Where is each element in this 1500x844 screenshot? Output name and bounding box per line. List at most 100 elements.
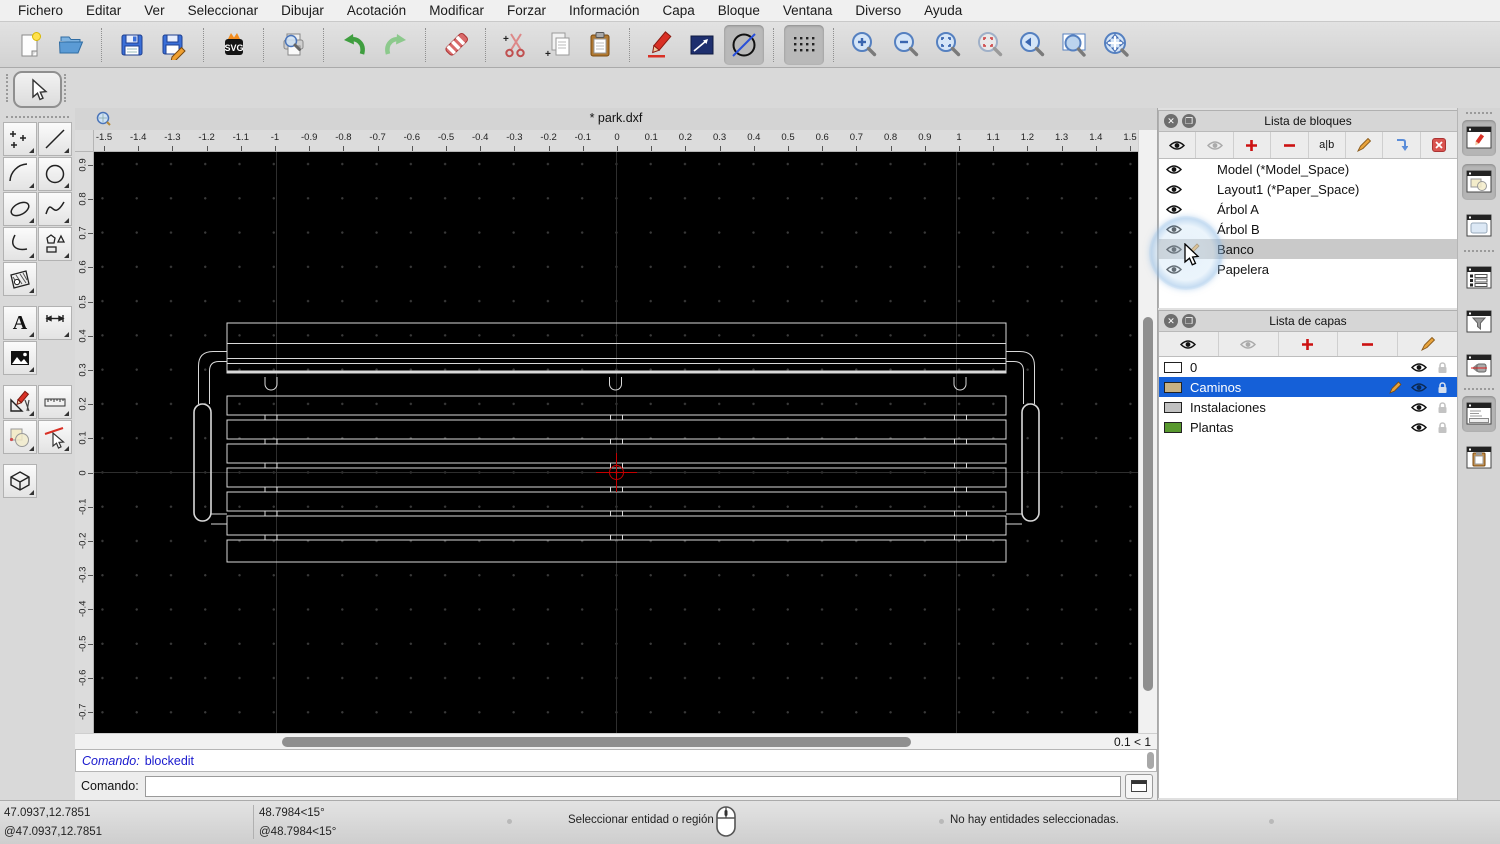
menu-ayuda[interactable]: Ayuda [924, 3, 962, 18]
polygon-tool-button[interactable] [38, 227, 72, 261]
block-row-layout1[interactable]: Layout1 (*Paper_Space) [1159, 179, 1457, 199]
open-file-button[interactable] [52, 25, 92, 65]
toggle-filter-widget-button[interactable] [1462, 304, 1496, 340]
circle-line-mode-button[interactable] [724, 24, 764, 65]
zoom-in-button[interactable] [844, 25, 884, 65]
cad-canvas[interactable] [94, 152, 1138, 733]
save-button[interactable] [112, 25, 152, 65]
detach-icon[interactable]: ❐ [1182, 314, 1196, 328]
layer-row-0[interactable]: 0 [1159, 357, 1457, 377]
eye-icon[interactable] [1411, 362, 1427, 373]
lock-icon[interactable] [1436, 381, 1449, 394]
edit-layer-button[interactable] [1398, 332, 1457, 356]
block-row-arbol-b[interactable]: Árbol B [1159, 219, 1457, 239]
eye-icon[interactable] [1411, 422, 1427, 433]
menu-ventana[interactable]: Ventana [783, 3, 833, 18]
toggle-library-widget-button[interactable] [1462, 164, 1496, 200]
block-row-banco-selected[interactable]: Banco [1159, 239, 1457, 259]
lock-icon[interactable] [1436, 421, 1449, 434]
menu-acotación[interactable]: Acotación [347, 3, 406, 18]
layer-row-caminos-selected[interactable]: Caminos [1159, 377, 1457, 397]
command-input[interactable] [144, 775, 1121, 797]
cut-button[interactable]: + [496, 25, 536, 65]
toggle-block-edit-widget-button[interactable] [1462, 120, 1496, 156]
polyline-arrow-button[interactable] [682, 25, 722, 65]
zoom-select-button[interactable] [970, 25, 1010, 65]
delete-selected-button[interactable] [436, 25, 476, 65]
eye-icon[interactable] [1166, 204, 1182, 215]
menu-editar[interactable]: Editar [86, 3, 121, 18]
copy-button[interactable]: + [538, 25, 578, 65]
paste-button[interactable] [580, 25, 620, 65]
line-tool-button[interactable] [38, 122, 72, 156]
circle-tool-button[interactable] [38, 157, 72, 191]
measure-tool-button[interactable] [38, 385, 72, 419]
draw-pencil-button[interactable] [640, 25, 680, 65]
delete-entity-tool-button[interactable] [38, 420, 72, 454]
detach-icon[interactable]: ❐ [1182, 114, 1196, 128]
undo-button[interactable] [334, 25, 374, 65]
lock-icon[interactable] [1436, 401, 1449, 414]
block-tool-button[interactable] [3, 464, 37, 498]
print-preview-button[interactable] [274, 25, 314, 65]
horizontal-scrollbar[interactable]: 0.1 < 1 [75, 733, 1157, 749]
rename-block-button[interactable]: a|b [1309, 132, 1346, 158]
grid-toggle-button[interactable] [784, 24, 824, 65]
vertical-scrollbar-thumb[interactable] [1143, 317, 1153, 691]
svg-export-button[interactable]: SVG [214, 25, 254, 65]
image-tool-button[interactable] [3, 341, 37, 375]
toggle-layer-list-widget-button[interactable] [1462, 260, 1496, 296]
horizontal-scrollbar-thumb[interactable] [282, 737, 911, 747]
eye-icon[interactable] [1166, 184, 1182, 195]
menu-forzar[interactable]: Forzar [507, 3, 546, 18]
block-row-papelera[interactable]: Papelera [1159, 259, 1457, 279]
toggle-command-widget-button[interactable] [1462, 396, 1496, 432]
zoom-previous-button[interactable] [1012, 25, 1052, 65]
arc-tool-button[interactable] [3, 157, 37, 191]
layer-row-instalaciones[interactable]: Instalaciones [1159, 397, 1457, 417]
menu-información[interactable]: Información [569, 3, 640, 18]
select-tool-button[interactable] [13, 71, 62, 108]
eye-icon[interactable] [1166, 164, 1182, 175]
zoom-pan-button[interactable] [1096, 25, 1136, 65]
menu-dibujar[interactable]: Dibujar [281, 3, 324, 18]
layer-row-plantas[interactable]: Plantas [1159, 417, 1457, 437]
menu-modificar[interactable]: Modificar [429, 3, 484, 18]
polyline-tool-button[interactable] [3, 227, 37, 261]
ellipse-tool-button[interactable] [3, 192, 37, 226]
menu-diverso[interactable]: Diverso [855, 3, 901, 18]
delete-all-blocks-button[interactable] [1421, 132, 1457, 158]
spline-tool-button[interactable] [38, 192, 72, 226]
zoom-window-button[interactable] [1054, 25, 1094, 65]
eye-icon[interactable] [1411, 402, 1427, 413]
zoom-out-button[interactable] [886, 25, 926, 65]
hatch-tool-button[interactable] [3, 262, 37, 296]
redo-button[interactable] [376, 25, 416, 65]
save-as-button[interactable] [154, 25, 194, 65]
toggle-preview-widget-button[interactable] [1462, 208, 1496, 244]
menu-fichero[interactable]: Fichero [18, 3, 63, 18]
vertical-scrollbar[interactable] [1138, 130, 1157, 733]
add-block-button[interactable] [1234, 132, 1272, 158]
zoom-auto-button[interactable] [928, 25, 968, 65]
show-all-layers-button[interactable] [1159, 332, 1219, 356]
command-options-button[interactable] [1125, 773, 1153, 799]
modify-tool-button[interactable] [3, 385, 37, 419]
eye-icon[interactable] [1166, 244, 1182, 255]
block-row-model[interactable]: Model (*Model_Space) [1159, 159, 1457, 179]
new-file-button[interactable] [10, 25, 50, 65]
hide-all-blocks-button[interactable] [1196, 132, 1234, 158]
dimension-tool-button[interactable] [38, 306, 72, 340]
toggle-pen-palette-widget-button[interactable] [1462, 348, 1496, 384]
remove-block-button[interactable] [1271, 132, 1309, 158]
add-layer-button[interactable] [1279, 332, 1339, 356]
insert-block-button[interactable] [1383, 132, 1421, 158]
lock-icon[interactable] [1436, 361, 1449, 374]
close-icon[interactable]: ✕ [1164, 114, 1178, 128]
menu-capa[interactable]: Capa [663, 3, 695, 18]
command-history-scrollthumb[interactable] [1147, 752, 1154, 769]
show-all-blocks-button[interactable] [1159, 132, 1197, 158]
close-icon[interactable]: ✕ [1164, 314, 1178, 328]
trim-tool-button[interactable] [3, 420, 37, 454]
menu-bloque[interactable]: Bloque [718, 3, 760, 18]
